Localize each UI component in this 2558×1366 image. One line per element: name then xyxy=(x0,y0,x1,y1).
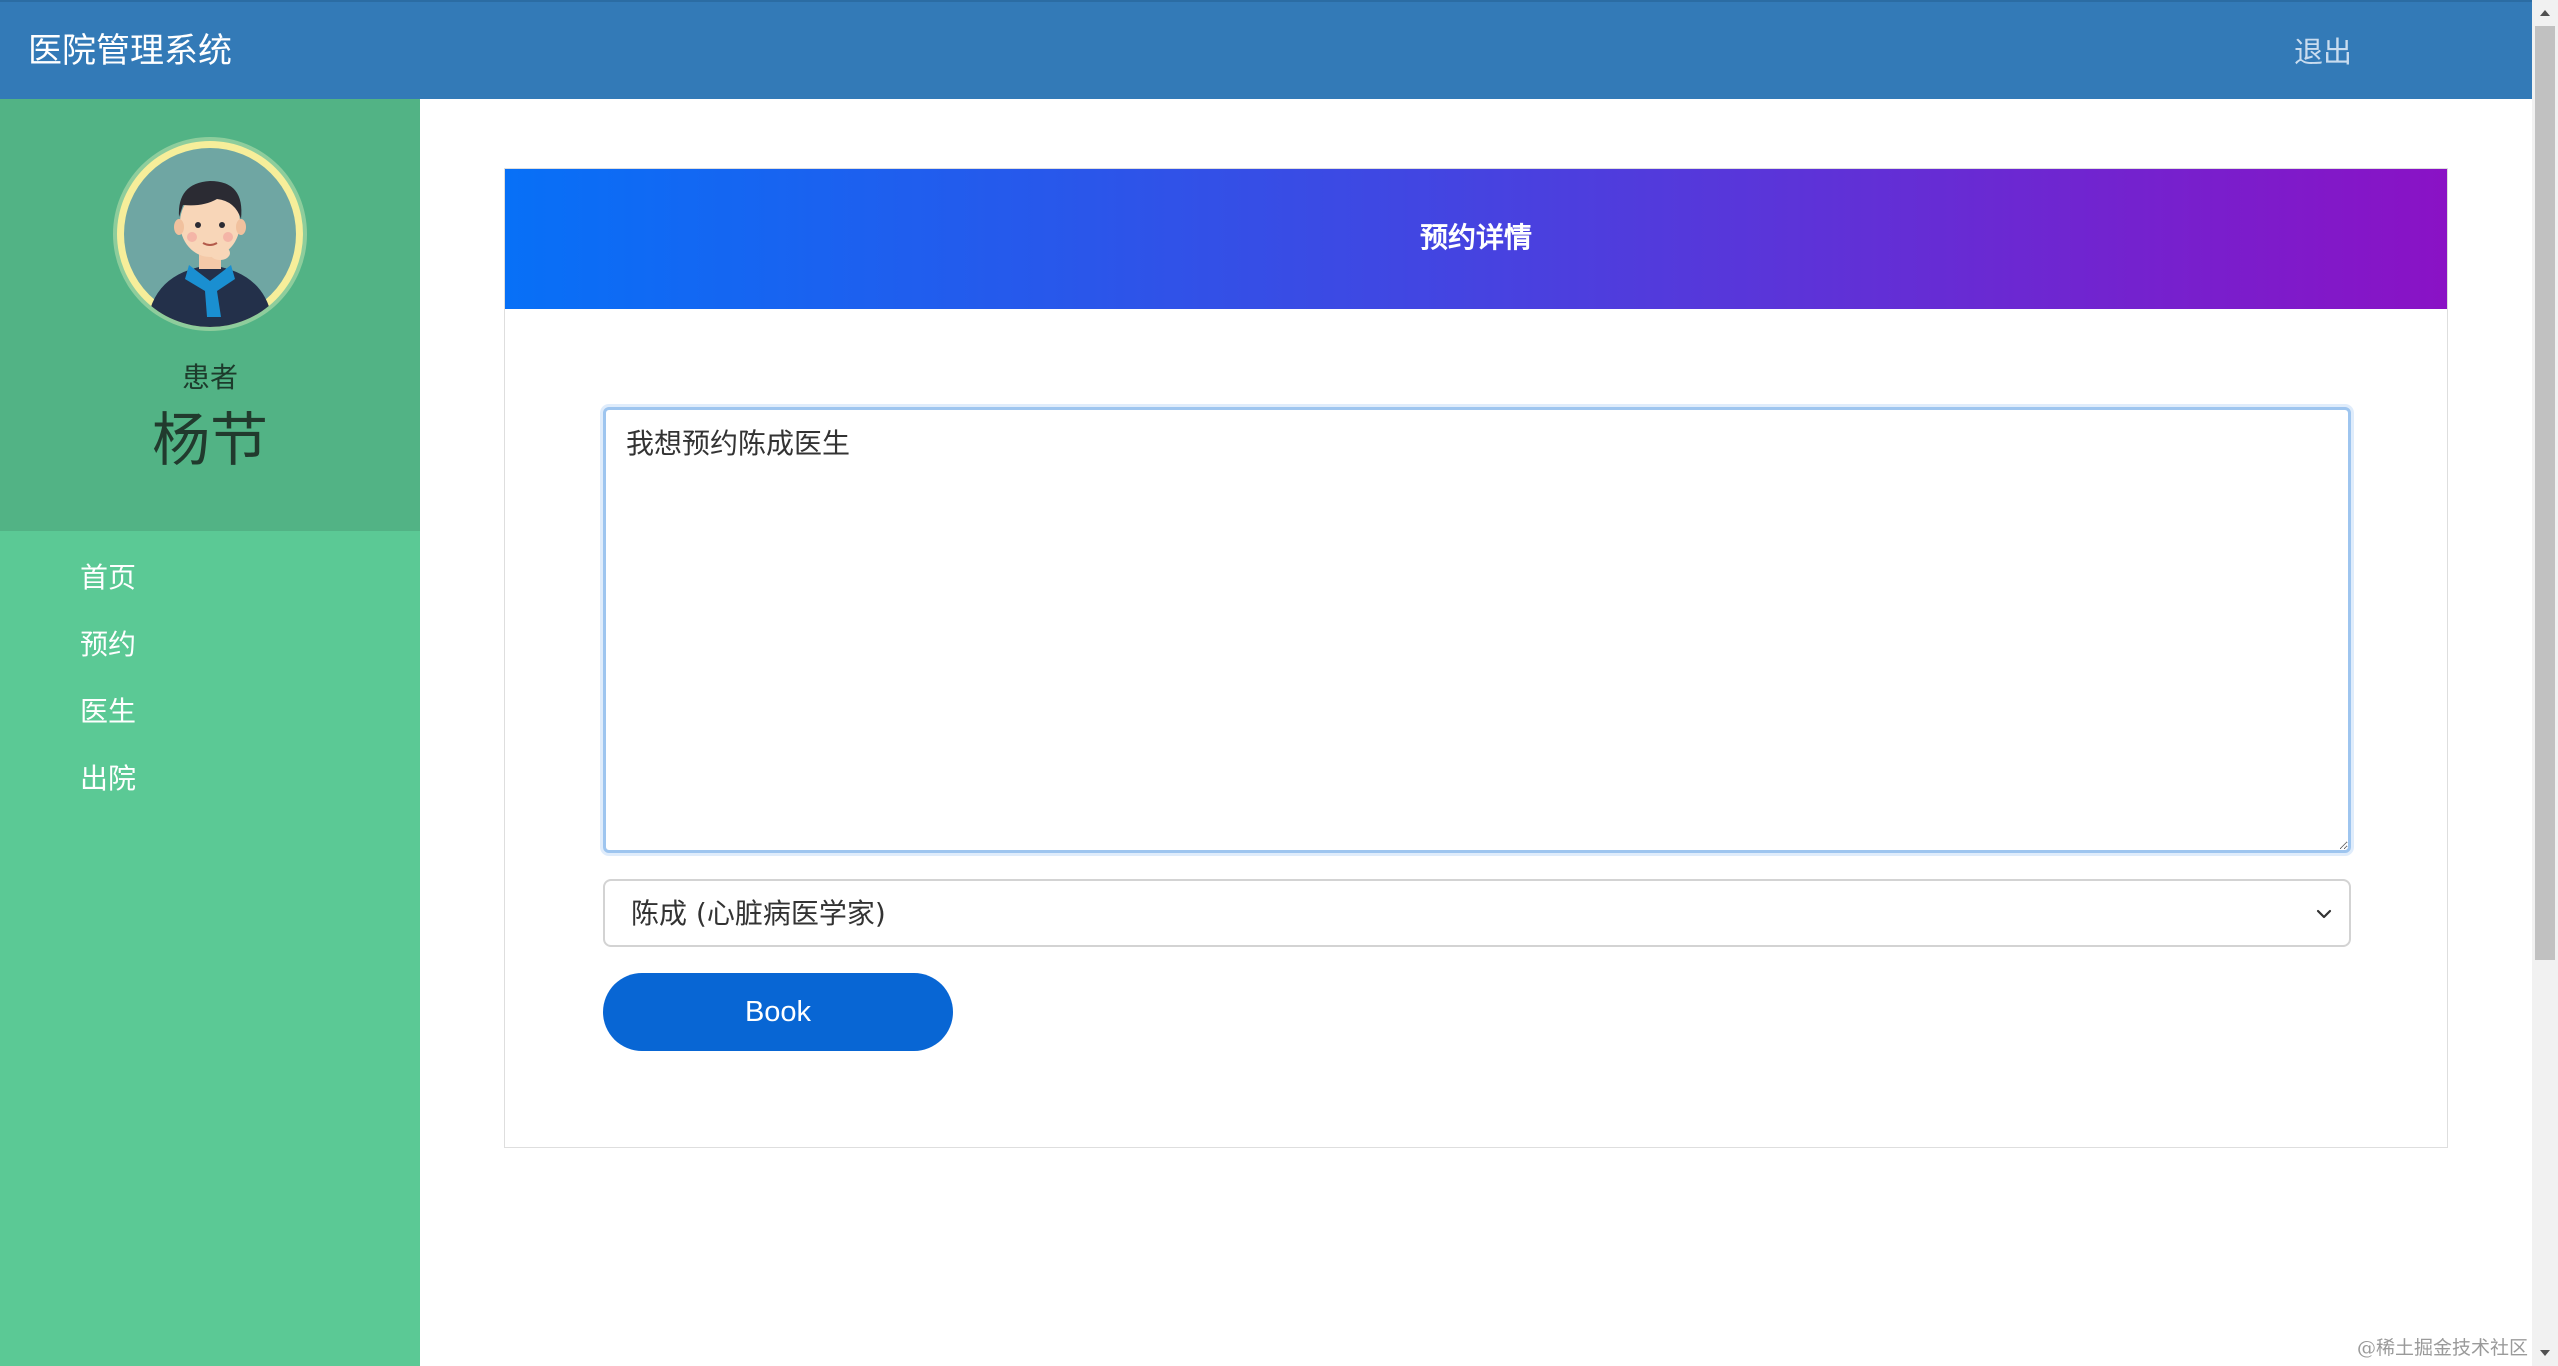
sidebar: 患者 杨节 首页 预约 医生 出院 xyxy=(0,99,420,1366)
card-title: 预约详情 xyxy=(1419,221,1532,254)
doctor-select-value: 陈成 (心脏病医学家) xyxy=(631,897,886,930)
sidebar-item-doctor[interactable]: 医生 xyxy=(0,691,420,758)
top-navbar: 医院管理系统 退出 xyxy=(0,0,2532,99)
sidebar-item-discharge[interactable]: 出院 xyxy=(0,758,420,825)
scroll-up-arrow-icon[interactable] xyxy=(2532,2,2558,24)
doctor-select[interactable]: 陈成 (心脏病医学家) xyxy=(603,879,2351,947)
user-role: 患者 xyxy=(181,361,238,394)
scroll-down-arrow-icon[interactable] xyxy=(2532,1342,2558,1364)
watermark: @稀土掘金技术社区 xyxy=(2356,1337,2528,1359)
sidebar-item-appointment[interactable]: 预约 xyxy=(0,624,420,691)
profile-panel: 患者 杨节 xyxy=(0,99,420,531)
page: 医院管理系统 退出 患者 杨节 首页 预约 医生 出院 预约详情 我想预约陈成医… xyxy=(0,0,2558,1366)
sidebar-nav: 首页 预约 医生 出院 xyxy=(0,557,420,825)
sidebar-item-home[interactable]: 首页 xyxy=(0,557,420,624)
appointment-message-textarea[interactable]: 我想预约陈成医生 xyxy=(603,407,2351,853)
vertical-scrollbar[interactable] xyxy=(2532,0,2558,1366)
app-title[interactable]: 医院管理系统 xyxy=(28,30,232,72)
appointment-card: 预约详情 我想预约陈成医生 陈成 (心脏病医学家) Book xyxy=(504,168,2448,1148)
scrollbar-thumb[interactable] xyxy=(2535,26,2555,960)
user-name: 杨节 xyxy=(151,406,268,474)
logout-link[interactable]: 退出 xyxy=(2294,34,2352,70)
book-button[interactable]: Book xyxy=(603,973,953,1051)
chevron-down-icon xyxy=(2316,909,2332,919)
patient-avatar-icon xyxy=(117,141,303,327)
card-header: 预约详情 xyxy=(505,169,2447,309)
